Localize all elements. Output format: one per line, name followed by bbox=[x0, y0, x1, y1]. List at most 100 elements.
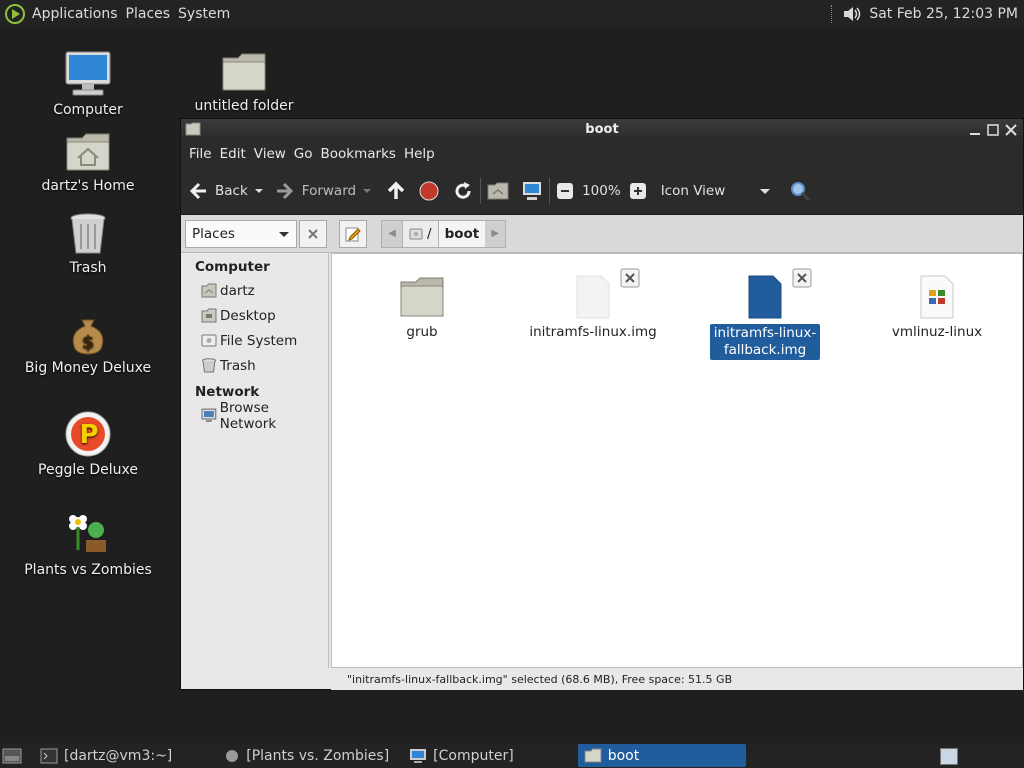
svg-text:P: P bbox=[79, 420, 98, 450]
taskbar: [dartz@vm3:~] [Plants vs. Zombies] [Comp… bbox=[0, 743, 1024, 768]
clock[interactable]: Sat Feb 25, 12:03 PM bbox=[869, 6, 1018, 22]
sidebar-mode-label: Places bbox=[192, 225, 235, 242]
sidebar-item-browse-network[interactable]: Browse Network bbox=[181, 400, 328, 432]
menu-view[interactable]: View bbox=[250, 146, 290, 162]
task-terminal[interactable]: [dartz@vm3:~] bbox=[34, 744, 178, 767]
menu-help[interactable]: Help bbox=[400, 146, 439, 162]
path-segment-boot[interactable]: boot bbox=[437, 220, 486, 247]
forward-button[interactable]: Forward bbox=[274, 175, 356, 207]
zoom-out-button[interactable] bbox=[556, 175, 574, 207]
back-button[interactable]: Back bbox=[187, 175, 248, 207]
search-icon bbox=[790, 181, 810, 201]
file-item-grub[interactable]: grub bbox=[357, 274, 487, 340]
home-folder-icon bbox=[487, 182, 509, 199]
desktop-icon-label: dartz's Home bbox=[41, 178, 135, 194]
sidebar-item-trash[interactable]: Trash bbox=[181, 353, 328, 378]
path-scroll-left-icon[interactable]: ◀ bbox=[382, 221, 402, 247]
desktop-icon-big-money[interactable]: $ Big Money Deluxe bbox=[18, 312, 158, 376]
up-button[interactable] bbox=[384, 175, 408, 207]
back-arrow-icon bbox=[189, 182, 206, 199]
search-button[interactable] bbox=[789, 175, 811, 207]
close-sidebar-button[interactable] bbox=[299, 219, 327, 248]
toggle-location-entry-button[interactable] bbox=[339, 219, 367, 248]
desktop-icon-label: Trash bbox=[69, 260, 107, 276]
money-bag-icon: $ bbox=[72, 319, 104, 355]
stop-button[interactable] bbox=[418, 175, 440, 207]
desktop-icon-home[interactable]: dartz's Home bbox=[18, 130, 158, 194]
file-item-initramfs-linux[interactable]: initramfs-linux.img bbox=[528, 268, 658, 340]
sidebar-item-dartz[interactable]: dartz bbox=[181, 278, 328, 303]
reload-button[interactable] bbox=[452, 175, 474, 207]
menu-applications[interactable]: Applications bbox=[28, 6, 122, 22]
back-label: Back bbox=[215, 182, 248, 199]
menu-system[interactable]: System bbox=[174, 6, 234, 22]
desktop-icon-untitled-folder[interactable]: untitled folder bbox=[174, 50, 314, 114]
forward-label: Forward bbox=[301, 182, 357, 199]
volume-icon[interactable] bbox=[841, 3, 863, 25]
view-mode-select[interactable]: Icon View bbox=[661, 175, 771, 207]
forward-history-dropdown-icon[interactable] bbox=[356, 183, 378, 199]
computer-icon bbox=[410, 748, 427, 763]
menu-file[interactable]: File bbox=[185, 146, 216, 162]
desktop-icon-label: untitled folder bbox=[194, 98, 294, 114]
task-computer[interactable]: [Computer] bbox=[403, 744, 520, 767]
top-menu: Applications Places System bbox=[28, 0, 234, 28]
desktop-icon-computer[interactable]: Computer bbox=[18, 50, 158, 118]
show-desktop-icon bbox=[2, 748, 22, 763]
menu-places[interactable]: Places bbox=[122, 6, 175, 22]
chevron-down-icon bbox=[279, 231, 289, 237]
desktop-icon-trash[interactable]: Trash bbox=[18, 212, 158, 276]
workspace-switcher[interactable] bbox=[940, 748, 958, 765]
window-title: boot bbox=[585, 122, 619, 137]
view-mode-label: Icon View bbox=[660, 182, 726, 199]
file-manager-window: boot File Edit View Go Bookmarks Help Ba… bbox=[180, 118, 1024, 690]
sidebar-item-label: dartz bbox=[220, 282, 255, 299]
top-tray: Sat Feb 25, 12:03 PM bbox=[831, 0, 1018, 28]
sidebar-item-desktop[interactable]: Desktop bbox=[181, 303, 328, 328]
task-label: [Plants vs. Zombies] bbox=[246, 747, 390, 764]
svg-text:$: $ bbox=[82, 332, 95, 353]
sidebar-mode-select[interactable]: Places bbox=[185, 219, 297, 248]
task-plants-vs-zombies[interactable]: [Plants vs. Zombies] bbox=[218, 744, 395, 767]
file-icon bbox=[748, 275, 782, 319]
path-scroll-right-icon[interactable]: ▶ bbox=[485, 221, 505, 247]
menu-bookmarks[interactable]: Bookmarks bbox=[317, 146, 400, 162]
file-name: grub bbox=[406, 324, 438, 340]
applications-logo-icon[interactable] bbox=[4, 3, 26, 25]
unreadable-emblem-icon bbox=[792, 268, 812, 288]
close-icon[interactable] bbox=[1005, 124, 1017, 136]
file-item-vmlinuz-linux[interactable]: vmlinuz-linux bbox=[872, 274, 1002, 340]
stop-icon bbox=[419, 181, 439, 200]
location-bar: Places ◀ / boot ▶ bbox=[181, 215, 1023, 253]
task-boot[interactable]: boot bbox=[577, 744, 746, 767]
path-segment-root[interactable]: / bbox=[402, 220, 438, 247]
sidebar-item-label: Desktop bbox=[220, 307, 276, 324]
task-label: boot bbox=[607, 747, 640, 764]
back-history-dropdown-icon[interactable] bbox=[248, 183, 270, 199]
window-titlebar[interactable]: boot bbox=[181, 119, 1023, 141]
desktop-icon-label: Computer bbox=[53, 102, 123, 118]
menu-edit[interactable]: Edit bbox=[216, 146, 250, 162]
show-desktop-button[interactable] bbox=[0, 744, 34, 767]
menu-go[interactable]: Go bbox=[290, 146, 317, 162]
desktop-icon-label: Big Money Deluxe bbox=[24, 360, 152, 376]
desktop-icon-label: Peggle Deluxe bbox=[38, 462, 138, 478]
file-name: initramfs-linux.img bbox=[529, 324, 657, 340]
folder-icon bbox=[185, 122, 201, 136]
zoom-in-button[interactable] bbox=[629, 175, 647, 207]
computer-button[interactable] bbox=[521, 175, 543, 207]
toolbar: Back Forward 100% Icon View bbox=[181, 167, 1023, 215]
computer-icon bbox=[523, 181, 542, 200]
desktop-icon-peggle[interactable]: P Peggle Deluxe bbox=[18, 410, 158, 478]
file-item-initramfs-linux-fallback[interactable]: initramfs-linux-fallback.img bbox=[700, 268, 830, 360]
desktop-icon-plants-vs-zombies[interactable]: Plants vs Zombies bbox=[18, 510, 158, 578]
minimize-icon[interactable] bbox=[969, 124, 981, 136]
sidebar-item-file-system[interactable]: File System bbox=[181, 328, 328, 353]
top-panel: Applications Places System Sat Feb 25, 1… bbox=[0, 0, 1024, 28]
file-view[interactable]: grub initramfs-linux.img initramfs-linux… bbox=[331, 253, 1023, 668]
task-label: [dartz@vm3:~] bbox=[64, 747, 173, 764]
maximize-icon[interactable] bbox=[987, 124, 999, 136]
path-bar: ◀ / boot ▶ bbox=[381, 219, 507, 248]
folder-icon bbox=[400, 277, 444, 317]
home-button[interactable] bbox=[487, 175, 509, 207]
